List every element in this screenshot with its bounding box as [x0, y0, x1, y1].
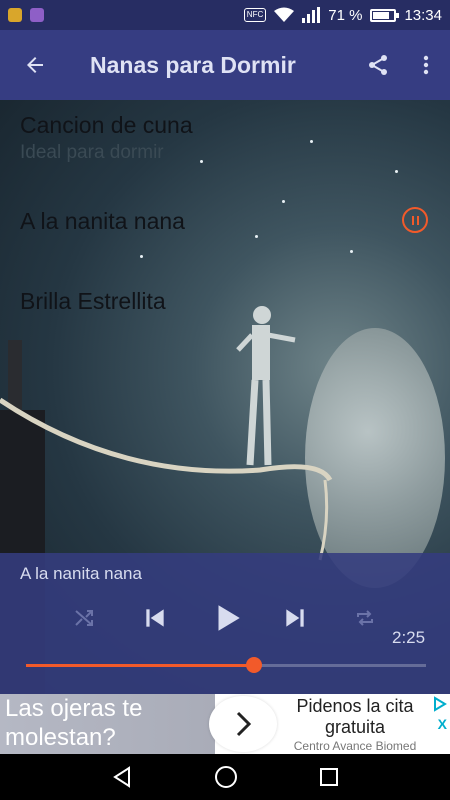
ad-image-text[interactable]: Las ojeras te molestan? [0, 694, 215, 754]
share-button[interactable] [354, 30, 402, 100]
play-icon [218, 605, 240, 631]
status-bar: NFC 71 % 13:34 [0, 0, 450, 30]
app-notification-icon [30, 8, 44, 22]
back-button[interactable] [0, 30, 70, 100]
shuffle-icon [75, 610, 93, 626]
app-bar: Nanas para Dormir [0, 30, 450, 100]
chevron-right-icon [236, 711, 252, 737]
song-title: A la nanita nana [20, 208, 185, 234]
ad-choices-icon[interactable] [432, 696, 448, 712]
share-icon [369, 55, 387, 75]
next-button[interactable] [275, 598, 315, 638]
player-panel: A la nanita nana 2:25 [0, 553, 450, 695]
page-title: Nanas para Dormir [90, 51, 296, 78]
ad-banner[interactable]: Las ojeras te molestan? Pidenos la cita … [0, 694, 450, 754]
battery-icon [370, 8, 400, 22]
ad-open-button[interactable] [209, 696, 277, 752]
play-button[interactable] [207, 598, 247, 638]
pause-icon[interactable] [402, 207, 428, 233]
song-subtitle: Ideal para dormir [20, 142, 164, 163]
nfc-icon: NFC [243, 8, 267, 22]
arrow-back-icon [27, 57, 43, 73]
seek-progress [26, 664, 254, 667]
skip-previous-icon [146, 609, 164, 627]
more-vert-icon [423, 55, 429, 75]
battery-percent: 71 % [328, 6, 363, 24]
previous-button[interactable] [135, 598, 175, 638]
system-nav-bar [0, 754, 450, 800]
seek-thumb[interactable] [246, 657, 262, 673]
skip-next-icon [286, 609, 304, 627]
repeat-icon [357, 610, 373, 626]
song-title: Brilla Estrellita [20, 288, 166, 314]
repeat-button[interactable] [345, 598, 385, 638]
song-title: Cancion de cuna [20, 112, 193, 138]
overflow-menu-button[interactable] [402, 30, 450, 100]
ad-sponsor: Centro Avance Biomed [293, 739, 417, 753]
status-time: 13:34 [404, 6, 442, 24]
seek-bar[interactable] [26, 657, 426, 673]
signal-icon [302, 7, 321, 23]
back-nav-icon[interactable] [111, 766, 133, 788]
ad-headline[interactable]: Pidenos la cita gratuita [280, 696, 430, 738]
wifi-icon [274, 7, 295, 22]
app-notification-icon [8, 8, 22, 22]
ad-close-button[interactable]: X [438, 716, 447, 732]
track-time: 2:25 [392, 628, 426, 647]
recents-nav-icon[interactable] [319, 767, 339, 787]
home-nav-icon[interactable] [214, 765, 238, 789]
shuffle-button[interactable] [64, 598, 104, 638]
now-playing-title: A la nanita nana [20, 564, 142, 583]
